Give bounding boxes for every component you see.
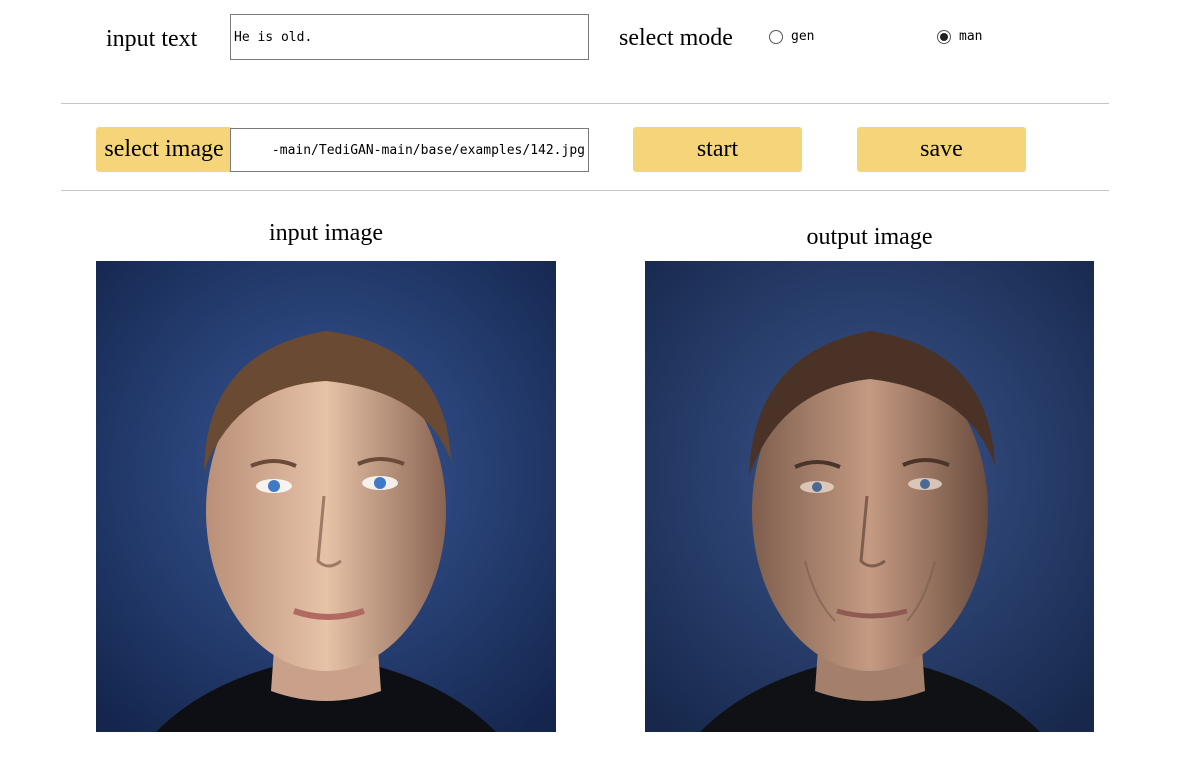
input-image	[96, 261, 556, 732]
save-button[interactable]: save	[857, 127, 1026, 172]
output-image	[645, 261, 1094, 732]
mode-gen-radio[interactable]	[769, 30, 783, 44]
select-mode-label: select mode	[619, 25, 733, 51]
input-image-title: input image	[269, 220, 383, 246]
input-text-label: input text	[106, 26, 198, 52]
start-button[interactable]: start	[633, 127, 802, 172]
mode-man-radio[interactable]	[937, 30, 951, 44]
input-text-field[interactable]: He is old.	[230, 14, 589, 60]
divider-top	[61, 103, 1109, 104]
mode-man-label[interactable]: man	[959, 29, 982, 45]
divider-bottom	[61, 190, 1109, 191]
mode-gen-label[interactable]: gen	[791, 29, 814, 45]
select-image-button[interactable]: select image	[96, 127, 232, 172]
image-path-field[interactable]: -main/TediGAN-main/base/examples/142.jpg	[230, 128, 589, 172]
output-image-title: output image	[806, 224, 933, 250]
